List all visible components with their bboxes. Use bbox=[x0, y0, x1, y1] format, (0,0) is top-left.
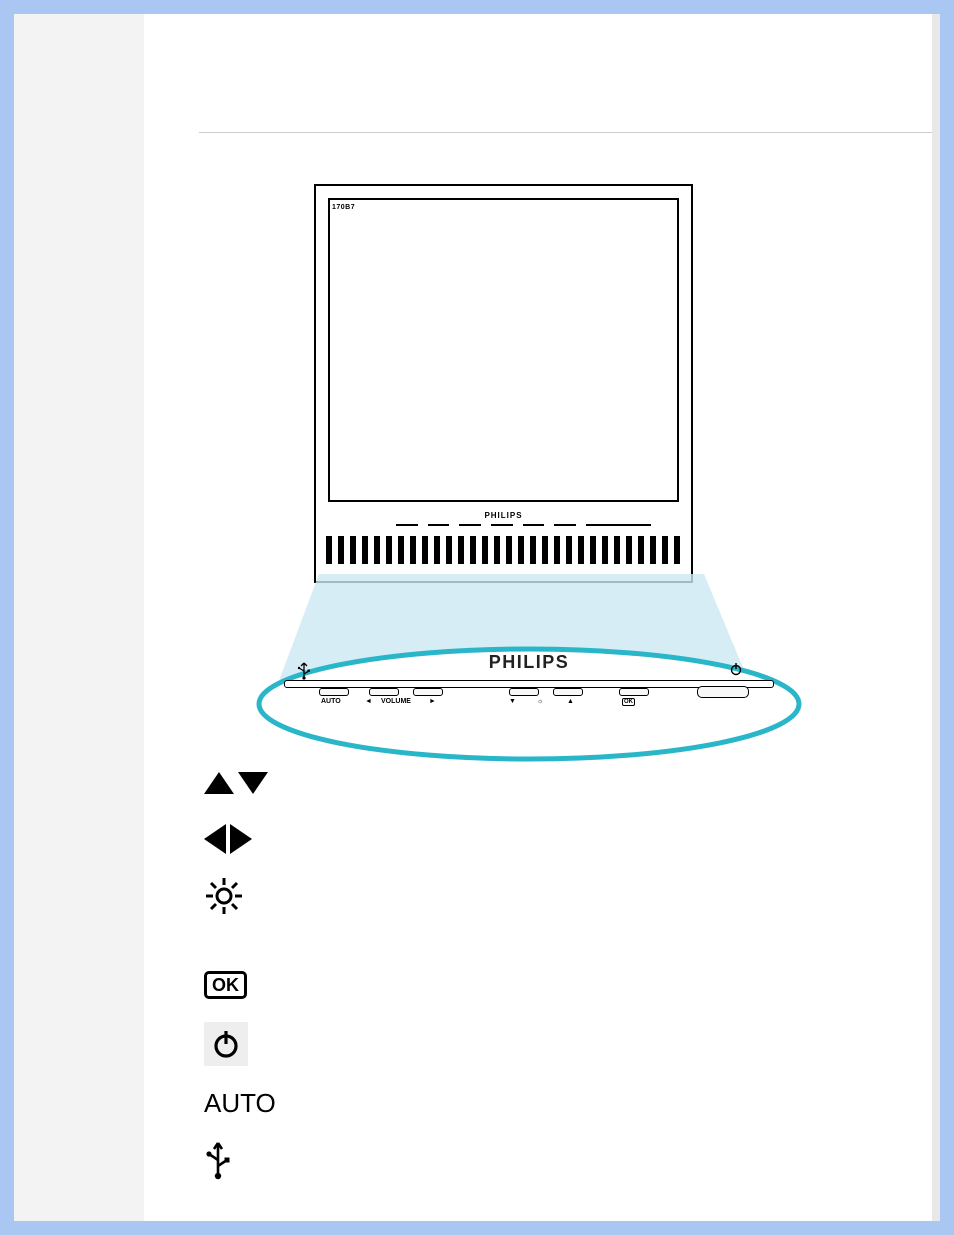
panel-buttons: AUTO ◄ VOLUME ► ▼ ☼ ▲ bbox=[319, 688, 739, 708]
usb-icon bbox=[204, 1140, 284, 1180]
ok-button-label: OK bbox=[622, 698, 635, 706]
monitor-diagram: 170B7 PHILIPS PHILIPS bbox=[214, 184, 794, 744]
volume-label: VOLUME bbox=[381, 698, 411, 705]
monitor-outline: 170B7 PHILIPS bbox=[314, 184, 693, 583]
legend-row-auto: AUTO bbox=[204, 1084, 284, 1122]
power-icon bbox=[204, 1022, 248, 1066]
legend-row-leftright bbox=[204, 820, 284, 858]
legend-row-power bbox=[204, 1022, 284, 1066]
control-panel-zoom: PHILIPS bbox=[249, 644, 809, 764]
left-gutter bbox=[14, 14, 144, 1221]
volume-up-button[interactable] bbox=[413, 688, 443, 696]
down-label: ▼ bbox=[509, 698, 516, 705]
page-frame: 170B7 PHILIPS PHILIPS bbox=[0, 0, 954, 1235]
model-label: 170B7 bbox=[332, 204, 355, 211]
left-right-icon bbox=[204, 824, 284, 854]
legend-row-ok: OK bbox=[204, 966, 284, 1004]
brightness-icon bbox=[204, 876, 284, 916]
brand-label-large: PHILIPS bbox=[249, 652, 809, 673]
menu-down-button[interactable] bbox=[509, 688, 539, 696]
legend-row-brightness bbox=[204, 876, 284, 916]
section-divider bbox=[199, 132, 932, 133]
auto-button[interactable] bbox=[319, 688, 349, 696]
auto-button-label: AUTO bbox=[321, 698, 341, 705]
volume-down-button[interactable] bbox=[369, 688, 399, 696]
ok-button[interactable] bbox=[619, 688, 649, 696]
volume-left-label: ◄ bbox=[365, 698, 372, 705]
menu-up-button[interactable] bbox=[553, 688, 583, 696]
right-scrollbar[interactable] bbox=[932, 14, 940, 1221]
monitor-screen bbox=[328, 198, 679, 502]
up-label: ▲ bbox=[567, 698, 574, 705]
monitor-button-row bbox=[396, 524, 651, 530]
page-content: 170B7 PHILIPS PHILIPS bbox=[144, 14, 932, 1221]
brand-label-small: PHILIPS bbox=[316, 511, 691, 520]
icon-legend: OK AUTO bbox=[204, 764, 284, 1198]
ok-icon: OK bbox=[204, 971, 284, 999]
auto-icon: AUTO bbox=[204, 1088, 284, 1119]
legend-row-updown bbox=[204, 764, 284, 802]
volume-right-label: ► bbox=[429, 698, 436, 705]
legend-row-usb bbox=[204, 1140, 284, 1180]
brightness-label: ☼ bbox=[537, 698, 543, 705]
up-down-icon bbox=[204, 772, 284, 794]
monitor-speaker-grille bbox=[326, 536, 681, 564]
